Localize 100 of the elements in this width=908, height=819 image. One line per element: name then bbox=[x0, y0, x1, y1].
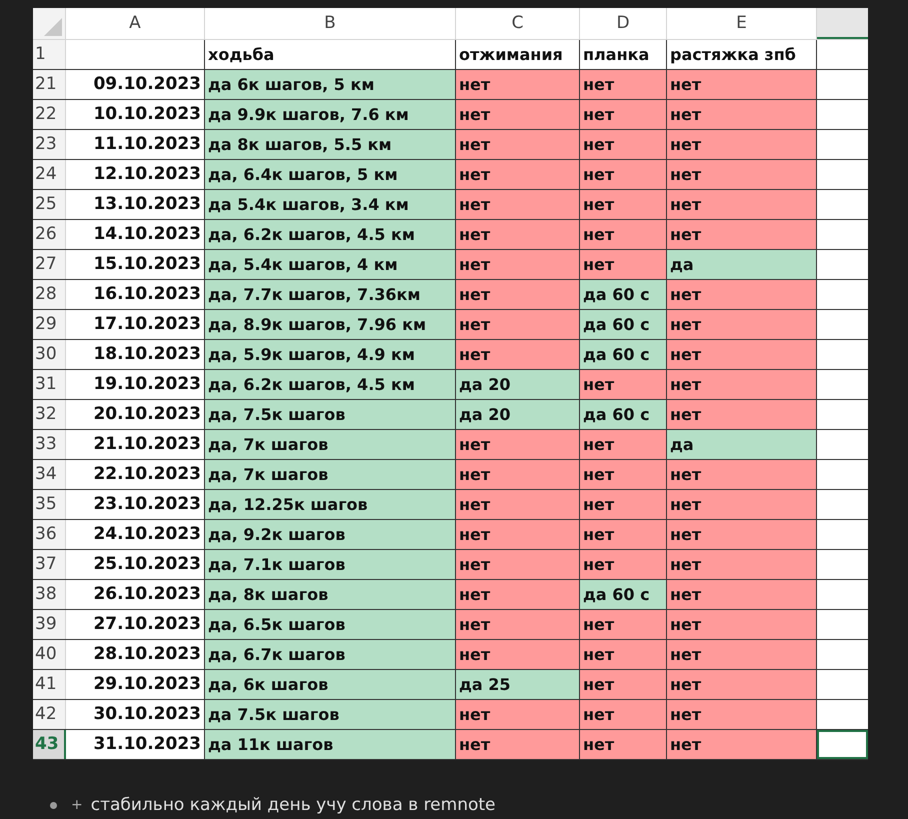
table-cell: нет bbox=[456, 700, 580, 729]
table-cell: да, 6.7к шагов bbox=[205, 640, 456, 669]
table-cell: да 20 bbox=[456, 370, 580, 399]
table-cell: нет bbox=[667, 100, 817, 129]
table-cell: да 60 с bbox=[580, 400, 667, 429]
row-header[interactable]: 21 bbox=[33, 70, 66, 99]
table-cell: нет bbox=[667, 580, 817, 609]
table-cell: нет bbox=[456, 340, 580, 369]
table-cell: нет bbox=[667, 190, 817, 219]
table-cell: нет bbox=[580, 250, 667, 279]
row-header[interactable]: 34 bbox=[33, 460, 66, 489]
table-cell: нет bbox=[580, 610, 667, 639]
column-header[interactable]: D bbox=[580, 8, 667, 39]
table-cell: нет bbox=[580, 490, 667, 519]
table-cell: да 60 с bbox=[580, 580, 667, 609]
table-cell: нет bbox=[456, 430, 580, 459]
row-header[interactable]: 40 bbox=[33, 640, 66, 669]
table-cell: нет bbox=[667, 310, 817, 339]
row-header[interactable]: 31 bbox=[33, 370, 66, 399]
row-header[interactable]: 24 bbox=[33, 160, 66, 189]
table-cell: нет bbox=[580, 430, 667, 459]
table-cell: нет bbox=[667, 490, 817, 519]
table-cell: нет bbox=[667, 220, 817, 249]
table-cell: да, 7.5к шагов bbox=[205, 400, 456, 429]
table-cell: нет bbox=[667, 160, 817, 189]
table-cell: да bbox=[667, 250, 817, 279]
table-cell: да 6к шагов, 5 км bbox=[205, 70, 456, 99]
table-cell: да, 7к шагов bbox=[205, 460, 456, 489]
table-cell: нет bbox=[580, 220, 667, 249]
table-cell: да, 7.1к шагов bbox=[205, 550, 456, 579]
table-cell: да, 5.9к шагов, 4.9 км bbox=[205, 340, 456, 369]
table-cell: нет bbox=[667, 550, 817, 579]
row-header[interactable]: 29 bbox=[33, 310, 66, 339]
column-title: отжимания bbox=[459, 44, 563, 66]
table-cell: да 20 bbox=[456, 400, 580, 429]
table-cell: нет bbox=[580, 730, 667, 759]
row-header[interactable]: 26 bbox=[33, 220, 66, 249]
row-header[interactable]: 1 bbox=[33, 40, 66, 69]
table-cell: да, 6.2к шагов, 4.5 км bbox=[205, 370, 456, 399]
row-header[interactable]: 43 bbox=[33, 730, 66, 759]
table-cell: нет bbox=[580, 190, 667, 219]
table-cell: да, 7.7к шагов, 7.36км bbox=[205, 280, 456, 309]
table-cell: нет bbox=[667, 370, 817, 399]
table-cell: нет bbox=[667, 280, 817, 309]
table-cell: да 8к шагов, 5.5 км bbox=[205, 130, 456, 159]
table-cell: да 5.4к шагов, 3.4 км bbox=[205, 190, 456, 219]
table-cell: нет bbox=[667, 460, 817, 489]
table-cell: нет bbox=[456, 520, 580, 549]
table-cell: да, 6.4к шагов, 5 км bbox=[205, 160, 456, 189]
selected-cell[interactable] bbox=[817, 730, 868, 759]
row-header[interactable]: 41 bbox=[33, 670, 66, 699]
row-header[interactable]: 23 bbox=[33, 130, 66, 159]
bullet-text: стабильно каждый день учу слова в remnote bbox=[90, 794, 496, 817]
table-cell: нет bbox=[667, 340, 817, 369]
table-cell: нет bbox=[580, 70, 667, 99]
table-cell: нет bbox=[580, 700, 667, 729]
column-title: ходьба bbox=[208, 44, 274, 66]
row-header[interactable]: 25 bbox=[33, 190, 66, 219]
table-cell: да, 6к шагов bbox=[205, 670, 456, 699]
table-cell: нет bbox=[580, 520, 667, 549]
table-cell: нет bbox=[667, 700, 817, 729]
column-header[interactable] bbox=[817, 8, 868, 39]
row-header[interactable]: 30 bbox=[33, 340, 66, 369]
table-cell: нет bbox=[456, 550, 580, 579]
column-header[interactable]: A bbox=[66, 8, 205, 39]
column-header[interactable]: C bbox=[456, 8, 580, 39]
column-header[interactable]: B bbox=[205, 8, 456, 39]
table-cell: да, 8.9к шагов, 7.96 км bbox=[205, 310, 456, 339]
row-header[interactable]: 39 bbox=[33, 610, 66, 639]
table-cell: да, 8к шагов bbox=[205, 580, 456, 609]
table-cell: да 60 с bbox=[580, 310, 667, 339]
row-header[interactable]: 37 bbox=[33, 550, 66, 579]
table-cell: нет bbox=[456, 220, 580, 249]
table-cell: нет bbox=[456, 280, 580, 309]
row-header[interactable]: 32 bbox=[33, 400, 66, 429]
table-cell: нет bbox=[456, 70, 580, 99]
row-header[interactable]: 28 bbox=[33, 280, 66, 309]
row-header[interactable]: 22 bbox=[33, 100, 66, 129]
table-cell: нет bbox=[456, 640, 580, 669]
table-cell: нет bbox=[456, 190, 580, 219]
row-header[interactable]: 27 bbox=[33, 250, 66, 279]
column-title: планка bbox=[583, 44, 650, 66]
table-cell: нет bbox=[667, 520, 817, 549]
table-cell: нет bbox=[580, 370, 667, 399]
table-cell: нет bbox=[456, 490, 580, 519]
row-header[interactable]: 36 bbox=[33, 520, 66, 549]
row-header[interactable]: 35 bbox=[33, 490, 66, 519]
table-cell: нет bbox=[580, 670, 667, 699]
table-cell: нет bbox=[667, 130, 817, 159]
table-cell: нет bbox=[580, 550, 667, 579]
row-header[interactable]: 42 bbox=[33, 700, 66, 729]
table-cell: нет bbox=[667, 400, 817, 429]
table-cell: да, 7к шагов bbox=[205, 430, 456, 459]
table-cell: да, 5.4к шагов, 4 км bbox=[205, 250, 456, 279]
row-header[interactable]: 38 bbox=[33, 580, 66, 609]
table-cell: нет bbox=[580, 100, 667, 129]
table-cell: да 25 bbox=[456, 670, 580, 699]
plus-marker: + bbox=[71, 796, 83, 816]
table-cell: нет bbox=[580, 130, 667, 159]
row-header[interactable]: 33 bbox=[33, 430, 66, 459]
